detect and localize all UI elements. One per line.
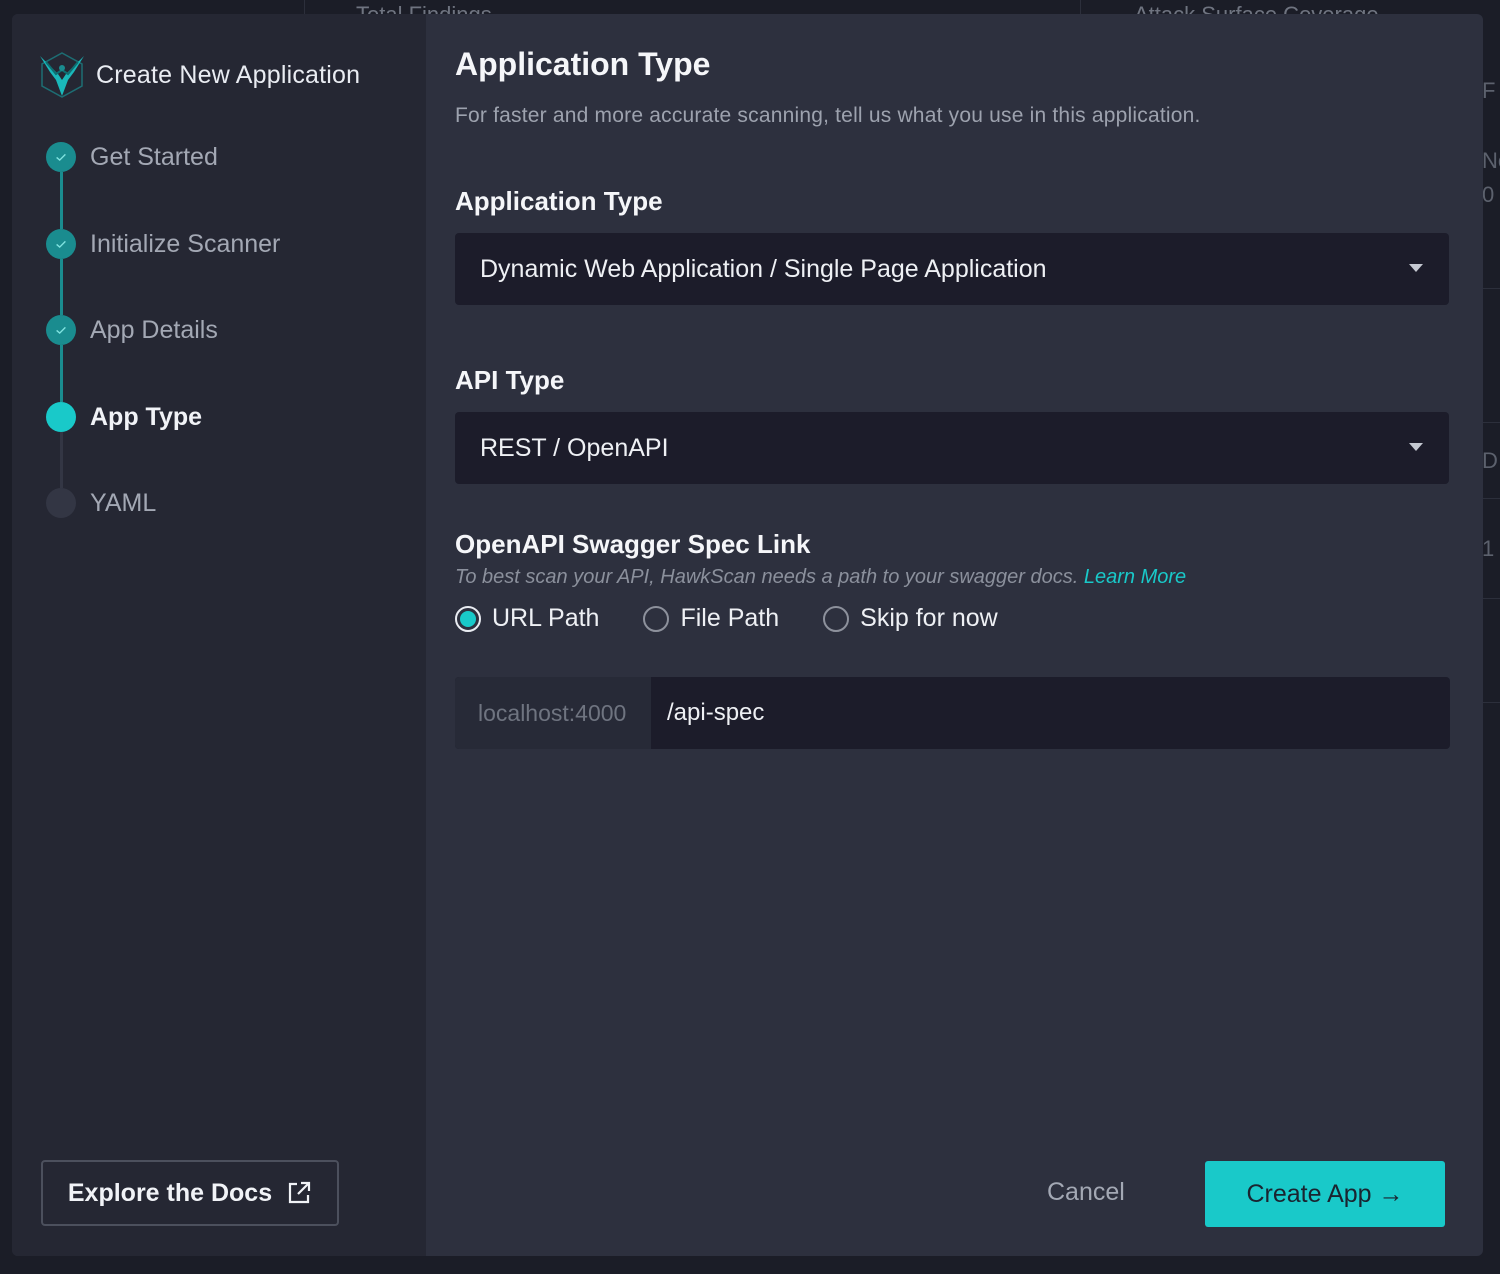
- step-connector: [60, 345, 63, 402]
- api-type-select[interactable]: REST / OpenAPI: [455, 412, 1449, 484]
- bg-row-divider: [1482, 498, 1500, 499]
- hawk-logo-icon: [40, 52, 84, 98]
- step-label: App Details: [90, 315, 218, 344]
- step-initialize-scanner[interactable]: Initialize Scanner: [46, 229, 280, 259]
- step-connector: [60, 432, 63, 488]
- step-get-started[interactable]: Get Started: [46, 142, 218, 172]
- bg-row-divider: [1482, 288, 1500, 289]
- explore-docs-label: Explore the Docs: [67, 1178, 273, 1207]
- cancel-button[interactable]: Cancel: [1047, 1178, 1125, 1207]
- spec-path-input[interactable]: [651, 677, 1450, 749]
- caret-down-icon: [1409, 264, 1423, 272]
- checkmark-icon: [46, 142, 76, 172]
- page-subtitle: For faster and more accurate scanning, t…: [455, 104, 1201, 127]
- checkmark-icon: [46, 229, 76, 259]
- step-label: Initialize Scanner: [90, 229, 281, 258]
- checkmark-icon: [46, 315, 76, 345]
- radio-unselected-icon[interactable]: [643, 605, 670, 632]
- radio-label: File Path: [680, 604, 780, 632]
- wizard-content: Application Type For faster and more acc…: [426, 14, 1483, 1256]
- caret-down-icon: [1409, 443, 1423, 451]
- bg-divider: [1080, 0, 1081, 14]
- wizard-sidebar: Create New Application Get Started Initi…: [12, 14, 426, 1256]
- step-label: Get Started: [90, 142, 218, 171]
- bg-row-divider: [1482, 422, 1500, 423]
- url-host-prefix: localhost:4000: [455, 677, 651, 749]
- step-connector: [60, 172, 63, 229]
- radio-file-path[interactable]: File Path: [643, 604, 779, 633]
- api-type-value: REST / OpenAPI: [480, 433, 669, 462]
- radio-label: Skip for now: [860, 604, 998, 632]
- spec-url-field: localhost:4000: [455, 677, 1450, 749]
- bg-divider: [304, 0, 305, 14]
- step-connector: [60, 259, 63, 315]
- bg-row-divider: [1482, 598, 1500, 599]
- api-type-label: API Type: [455, 365, 565, 395]
- current-step-dot-icon: [46, 402, 76, 432]
- radio-unselected-icon[interactable]: [823, 605, 850, 632]
- step-app-details[interactable]: App Details: [46, 315, 218, 345]
- external-link-icon: [289, 1181, 311, 1204]
- brand: Create New Application: [38, 50, 360, 100]
- bg-row-divider: [1482, 702, 1500, 703]
- spec-source-radio-group: URL Path File Path Skip for now: [455, 604, 1042, 633]
- create-app-button[interactable]: Create App →: [1205, 1161, 1445, 1227]
- openapi-hint-text: To best scan your API, HawkScan needs a …: [455, 566, 1079, 588]
- radio-label: URL Path: [492, 604, 600, 632]
- application-type-label: Application Type: [455, 186, 663, 216]
- bg-glyph: 1: [1482, 536, 1495, 561]
- application-type-value: Dynamic Web Application / Single Page Ap…: [480, 254, 1047, 283]
- application-type-select[interactable]: Dynamic Web Application / Single Page Ap…: [455, 233, 1449, 305]
- pending-step-dot-icon: [46, 488, 76, 518]
- learn-more-link[interactable]: Learn More: [1084, 566, 1186, 588]
- step-app-type[interactable]: App Type: [46, 402, 202, 432]
- bg-glyph: F: [1482, 78, 1496, 103]
- step-label: YAML: [90, 488, 157, 517]
- openapi-hint: To best scan your API, HawkScan needs a …: [455, 566, 1186, 589]
- explore-docs-button[interactable]: Explore the Docs: [41, 1160, 339, 1226]
- bg-glyph: 0: [1482, 182, 1495, 207]
- openapi-spec-label: OpenAPI Swagger Spec Link: [455, 529, 811, 559]
- bg-glyph: D: [1482, 448, 1498, 473]
- radio-selected-icon[interactable]: [455, 605, 481, 632]
- page-title: Application Type: [455, 46, 711, 82]
- radio-skip-for-now[interactable]: Skip for now: [823, 604, 998, 633]
- radio-url-path[interactable]: URL Path: [455, 604, 599, 633]
- step-label: App Type: [90, 402, 203, 431]
- modal-title: Create New Application: [96, 60, 361, 89]
- bg-glyph: No: [1482, 148, 1500, 173]
- create-application-modal: Create New Application Get Started Initi…: [12, 14, 1483, 1256]
- step-yaml[interactable]: YAML: [46, 488, 156, 518]
